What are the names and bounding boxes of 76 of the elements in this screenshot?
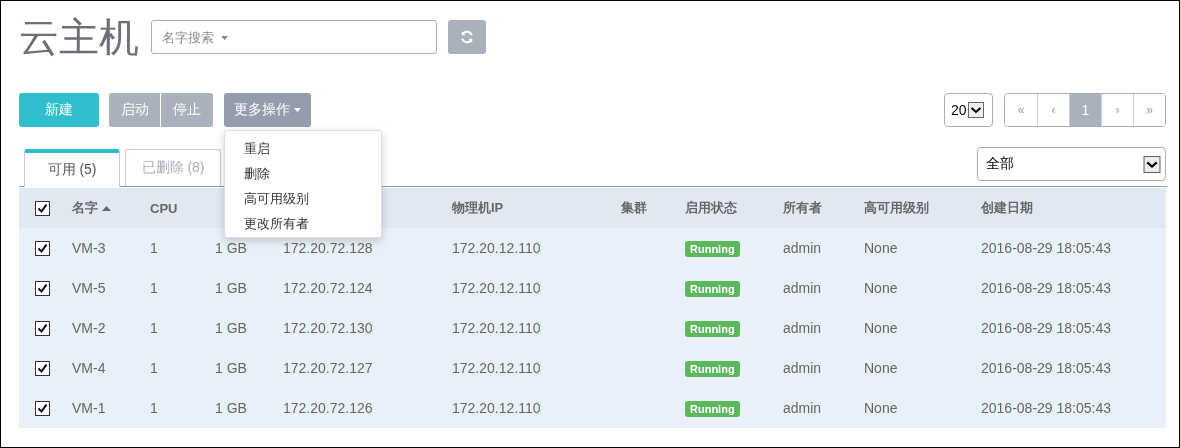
- table-cell: admin: [783, 360, 822, 376]
- table-cell: admin: [783, 280, 822, 296]
- column-header[interactable]: 高可用级别: [864, 199, 929, 217]
- table-cell: VM-2: [72, 320, 106, 336]
- table-cell: admin: [783, 320, 822, 336]
- table-cell: 2016-08-29 18:05:43: [981, 320, 1111, 336]
- table-cell: 1: [150, 240, 158, 256]
- table-cell: VM-1: [72, 400, 106, 416]
- table-cell: 1 GB: [215, 400, 247, 416]
- page-size-select[interactable]: 20: [944, 93, 993, 127]
- table-cell: 1: [150, 280, 158, 296]
- column-header[interactable]: 集群: [621, 199, 647, 217]
- table-cell: None: [864, 400, 898, 416]
- status-badge: Running: [685, 401, 740, 417]
- tab[interactable]: 可用 (5): [24, 149, 120, 187]
- checkbox[interactable]: [35, 361, 50, 377]
- table-cell: None: [864, 280, 898, 296]
- dropdown-icon: [1143, 155, 1161, 173]
- table-cell: 172.20.72.128: [283, 240, 373, 256]
- table-cell: VM-5: [72, 280, 106, 296]
- tab[interactable]: 已删除 (8): [125, 149, 221, 186]
- table-cell: admin: [783, 400, 822, 416]
- table-cell: 2016-08-29 18:05:43: [981, 280, 1111, 296]
- table-cell: 172.20.12.110: [452, 320, 541, 336]
- menu-item[interactable]: 高可用级别: [225, 186, 381, 211]
- column-header[interactable]: 所有者: [783, 199, 822, 217]
- checkbox[interactable]: [35, 241, 50, 257]
- column-header[interactable]: 名字: [72, 199, 111, 217]
- refresh-icon: [460, 30, 474, 44]
- table-cell: 172.20.72.130: [283, 320, 373, 336]
- checkbox[interactable]: [35, 281, 50, 297]
- table-cell: 1: [150, 360, 158, 376]
- table-cell: 1 GB: [215, 240, 247, 256]
- status-badge: Running: [685, 361, 740, 377]
- page-title: 云主机: [19, 15, 139, 59]
- table-cell: 1 GB: [215, 320, 247, 336]
- table-cell: 172.20.12.110: [452, 400, 541, 416]
- column-header[interactable]: 启用状态: [685, 199, 737, 217]
- more-actions-button[interactable]: 更多操作: [224, 93, 311, 127]
- status-badge: Running: [685, 281, 740, 297]
- table-cell: 1 GB: [215, 360, 247, 376]
- menu-item[interactable]: 重启: [225, 136, 381, 161]
- table-cell: 2016-08-29 18:05:43: [981, 240, 1111, 256]
- page-button[interactable]: »: [1133, 94, 1165, 126]
- menu-item[interactable]: 更改所有者: [225, 211, 381, 236]
- filter-select[interactable]: 全部: [977, 147, 1166, 181]
- table-cell: 2016-08-29 18:05:43: [981, 360, 1111, 376]
- checkbox[interactable]: [35, 321, 50, 337]
- table-cell: None: [864, 360, 898, 376]
- table-cell: 172.20.12.110: [452, 360, 541, 376]
- table-cell: VM-4: [72, 360, 106, 376]
- status-badge: Running: [685, 321, 740, 337]
- table-cell: 1: [150, 320, 158, 336]
- search-field[interactable]: 名字搜索: [151, 20, 437, 54]
- table-cell: admin: [783, 240, 822, 256]
- table-cell: 172.20.72.124: [283, 280, 373, 296]
- table-cell: 172.20.12.110: [452, 280, 541, 296]
- checkbox[interactable]: [35, 401, 50, 417]
- column-header[interactable]: 创建日期: [981, 199, 1033, 217]
- caret-icon: [294, 108, 301, 112]
- status-badge: Running: [685, 241, 740, 257]
- menu-item[interactable]: 删除: [225, 161, 381, 186]
- table-cell: 172.20.72.127: [283, 360, 373, 376]
- table-cell: 172.20.72.126: [283, 400, 373, 416]
- table-cell: 1: [150, 400, 158, 416]
- table-cell: 172.20.12.110: [452, 240, 541, 256]
- checkbox[interactable]: [35, 201, 50, 217]
- column-header[interactable]: 物理机IP: [452, 199, 504, 217]
- table-cell: None: [864, 240, 898, 256]
- table-cell: 2016-08-29 18:05:43: [981, 400, 1111, 416]
- table-cell: VM-3: [72, 240, 106, 256]
- dropdown-icon: [967, 102, 984, 118]
- column-header[interactable]: CPU: [150, 200, 178, 216]
- table-cell: None: [864, 320, 898, 336]
- table-cell: 1 GB: [215, 280, 247, 296]
- caret-icon: [221, 36, 228, 40]
